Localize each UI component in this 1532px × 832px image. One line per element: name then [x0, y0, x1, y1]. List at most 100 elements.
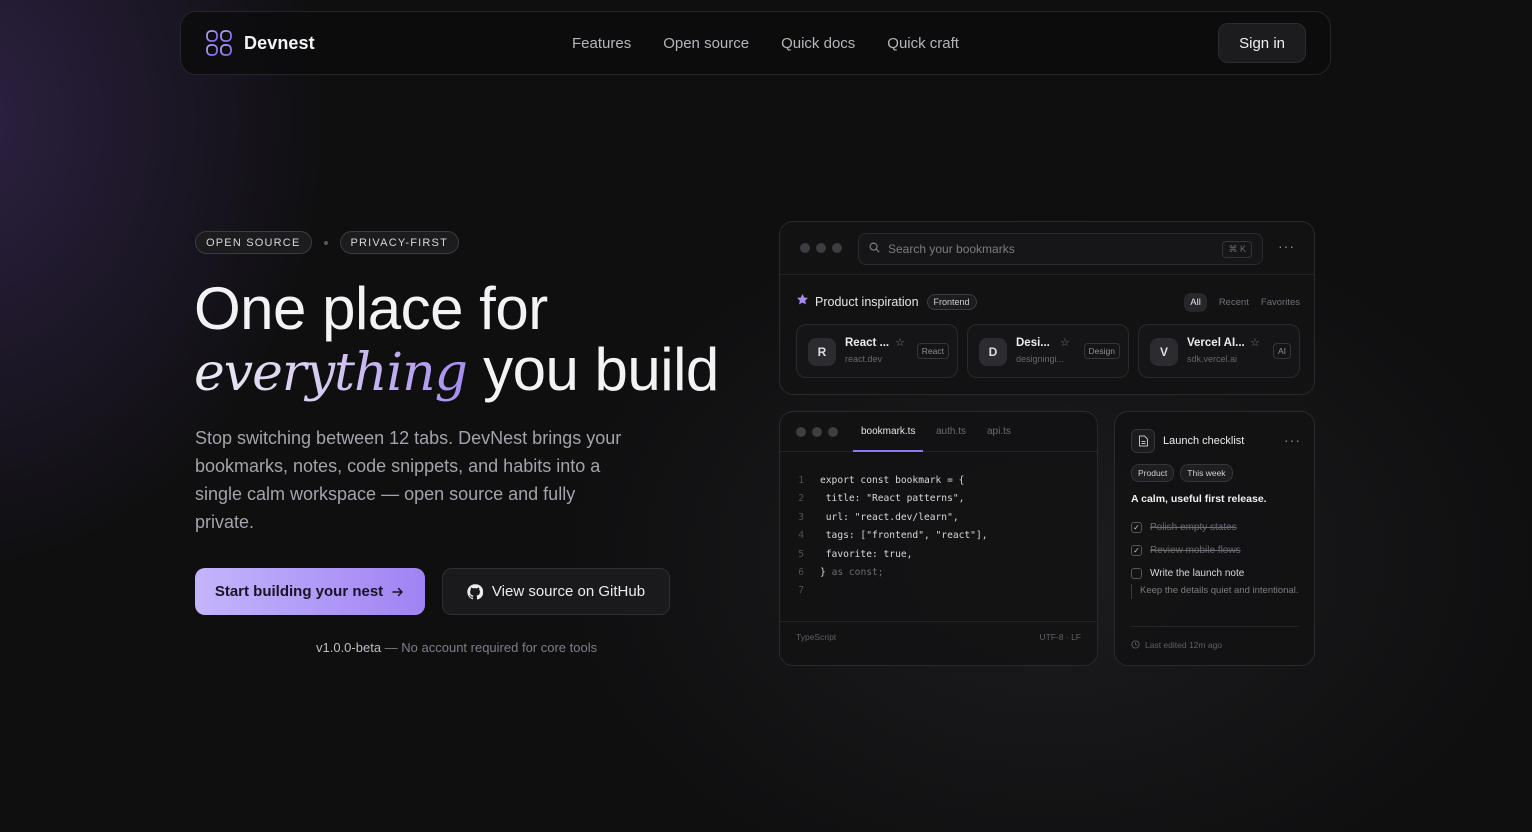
headline-line-1: One place for	[194, 275, 548, 342]
code-line: 7	[798, 585, 804, 597]
checklist-item-text: Polish empty states	[1150, 522, 1237, 533]
logo-icon	[206, 30, 232, 56]
checklist-tags: Product This week	[1131, 464, 1233, 482]
top-nav: Devnest Features Open source Quick docs …	[180, 11, 1331, 75]
more-icon[interactable]: ···	[1284, 432, 1301, 448]
version-note: v1.0.0-beta — No account required for co…	[316, 640, 597, 655]
nav-link-quick-craft[interactable]: Quick craft	[887, 35, 959, 52]
bookmark-url: react.dev	[845, 354, 883, 364]
checklist-items: ✓ Polish empty states ✓ Review mobile fl…	[1131, 516, 1244, 585]
bookmark-title: Desi...	[1016, 337, 1050, 349]
cta-row: Start building your nest View source on …	[195, 568, 670, 615]
code-line: 1 export const bookmark = {	[798, 475, 965, 486]
filter-favorites[interactable]: Favorites	[1261, 297, 1300, 308]
view-github-button[interactable]: View source on GitHub	[442, 568, 670, 615]
checklist-item-text: Review mobile flows	[1150, 545, 1241, 556]
checklist-item[interactable]: Write the launch note	[1131, 562, 1244, 585]
check-icon[interactable]: ✓	[1131, 522, 1142, 533]
checklist-lead: A calm, useful first release.	[1131, 493, 1267, 505]
bookmark-url: designingi...	[1016, 354, 1065, 364]
bookmark-search-input[interactable]: Search your bookmarks ⌘ K	[858, 233, 1263, 265]
bookmark-tag: AI	[1272, 343, 1291, 359]
hero-subtext: Stop switching between 12 tabs. DevNest …	[195, 428, 622, 532]
bookmark-title: React ...	[845, 337, 890, 349]
bookmark-tag: Design	[1083, 343, 1120, 359]
code-status-bar: TypeScript UTF-8 · LF	[780, 621, 1097, 665]
search-shortcut: ⌘ K	[1222, 240, 1252, 258]
arrow-right-icon	[391, 585, 405, 599]
code-line: 4 tags: ["frontend", "react"],	[798, 530, 988, 542]
sign-in-button[interactable]: Sign in	[1218, 23, 1306, 63]
checklist-item[interactable]: ✓ Review mobile flows	[1131, 539, 1244, 562]
checklist-header: Launch checklist	[1131, 429, 1244, 453]
search-placeholder: Search your bookmarks	[888, 242, 1015, 256]
collection-filters: All Recent Favorites	[1184, 292, 1300, 312]
collection-header: Product inspiration Frontend All Recent …	[796, 292, 1300, 312]
window-dots	[800, 243, 842, 253]
bookmark-url: sdk.vercel.ai	[1187, 354, 1238, 364]
code-editor[interactable]: 1 export const bookmark = { 2 title: "Rea…	[796, 472, 988, 601]
badge-open-source: OPEN SOURCE	[195, 231, 312, 254]
bookmark-title: Vercel AI...	[1187, 337, 1245, 349]
hero-headline: One place for everything you build	[194, 278, 719, 404]
brand[interactable]: Devnest	[205, 29, 315, 57]
code-line: 5 favorite: true,	[798, 548, 913, 560]
bookmark-avatar: R	[808, 338, 836, 366]
checklist-footer: Last edited 12m ago	[1131, 626, 1299, 654]
bookmark-cards: R React ... react.dev ☆ React D Desi... …	[796, 324, 1300, 378]
checklist-title: Launch checklist	[1163, 435, 1245, 447]
doc-icon	[1131, 429, 1155, 453]
tab-bookmark-ts[interactable]: bookmark.ts	[861, 426, 915, 437]
code-encoding: UTF-8 · LF	[1039, 632, 1081, 642]
filter-recent[interactable]: Recent	[1219, 297, 1249, 308]
checklist-item[interactable]: ✓ Polish empty states	[1131, 516, 1244, 539]
last-edited: Last edited 12m ago	[1145, 640, 1223, 650]
start-building-button[interactable]: Start building your nest	[195, 568, 425, 615]
nav-link-open-source[interactable]: Open source	[663, 35, 749, 52]
checklist-tag: This week	[1180, 464, 1233, 482]
bookmarks-panel: Search your bookmarks ⌘ K ··· Product in…	[779, 221, 1315, 395]
checkbox-empty-icon[interactable]	[1131, 568, 1142, 579]
bookmark-card[interactable]: D Desi... designingi... ☆ Design	[967, 324, 1129, 378]
github-icon	[467, 583, 483, 600]
bookmark-card[interactable]: R React ... react.dev ☆ React	[796, 324, 958, 378]
badge-privacy-first: PRIVACY-FIRST	[339, 231, 460, 254]
nav-links: Features Open source Quick docs Quick cr…	[572, 12, 959, 74]
checklist-panel: Launch checklist ··· Product This week A…	[1114, 411, 1315, 666]
code-line: 2 title: "React patterns",	[798, 493, 965, 505]
clock-icon	[1131, 636, 1140, 654]
check-icon[interactable]: ✓	[1131, 545, 1142, 556]
checklist-quote: Keep the details quiet and intentional.	[1131, 584, 1301, 599]
star-outline-icon[interactable]: ☆	[895, 336, 905, 349]
tab-api-ts[interactable]: api.ts	[987, 426, 1011, 437]
badge-separator	[323, 240, 328, 245]
headline-accent: everything	[194, 343, 468, 403]
tab-auth-ts[interactable]: auth.ts	[936, 426, 966, 437]
code-line: 6} as const;	[798, 567, 884, 579]
bookmark-card[interactable]: V Vercel AI... sdk.vercel.ai ☆ AI	[1138, 324, 1300, 378]
nav-link-features[interactable]: Features	[572, 35, 631, 52]
version-description: — No account required for core tools	[381, 640, 598, 655]
star-outline-icon[interactable]: ☆	[1250, 336, 1260, 349]
bookmark-avatar: D	[979, 338, 1007, 366]
active-tab-indicator	[853, 450, 923, 452]
code-language: TypeScript	[796, 632, 837, 642]
code-panel: bookmark.ts auth.ts api.ts 1 export const…	[779, 411, 1098, 666]
view-github-label: View source on GitHub	[491, 583, 646, 600]
nav-link-quick-docs[interactable]: Quick docs	[781, 35, 855, 52]
bookmark-tag: React	[916, 343, 949, 359]
start-building-label: Start building your nest	[214, 583, 384, 600]
more-icon[interactable]: ···	[1278, 238, 1295, 254]
brand-name: Devnest	[244, 32, 315, 53]
search-icon	[869, 240, 880, 258]
code-tabs: bookmark.ts auth.ts api.ts	[780, 412, 1097, 452]
star-outline-icon[interactable]: ☆	[1060, 336, 1070, 349]
checklist-tag: Product	[1131, 464, 1175, 482]
headline-line-2: you build	[466, 336, 719, 403]
collection-tag: Frontend	[926, 294, 977, 310]
filter-all[interactable]: All	[1184, 292, 1207, 312]
bookmark-avatar: V	[1150, 338, 1178, 366]
version-number: v1.0.0-beta	[316, 640, 382, 655]
collection-title: Product inspiration	[815, 295, 919, 309]
code-line: 3 url: "react.dev/learn",	[798, 511, 959, 523]
